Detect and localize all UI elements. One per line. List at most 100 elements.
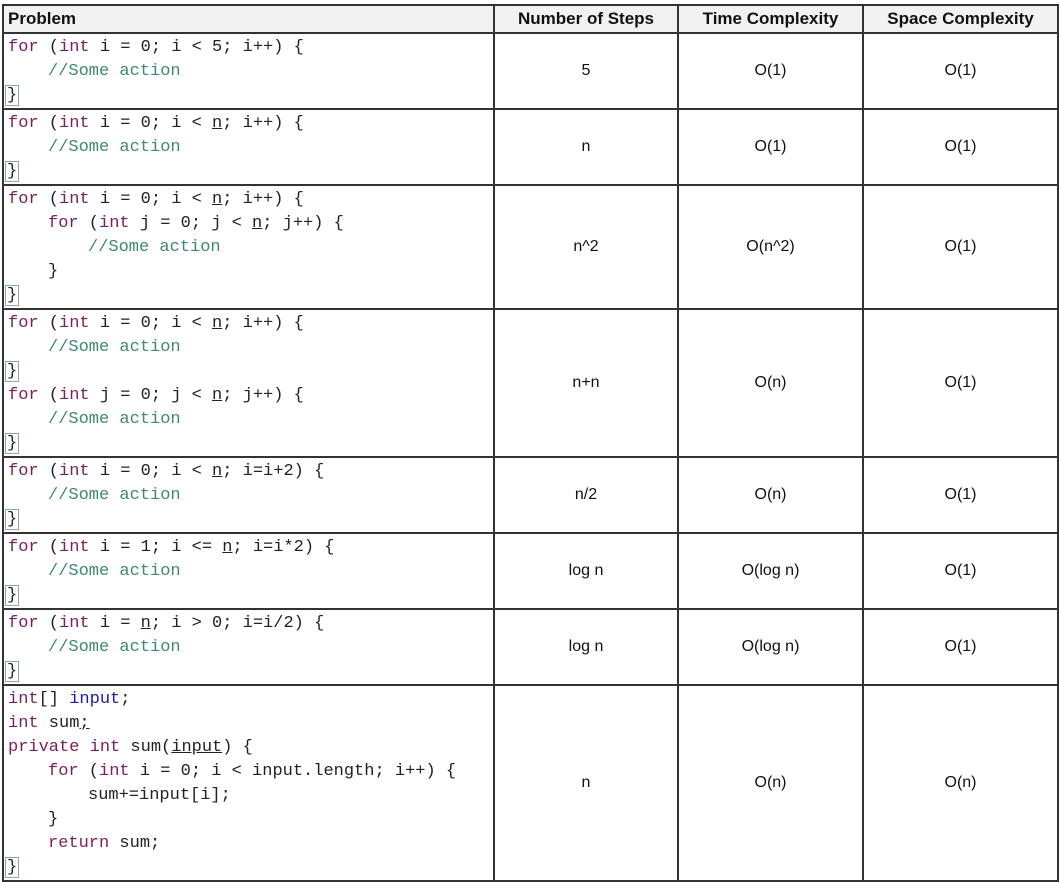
problem-code-cell: for (int i = 0; i < 5; i++) {//Some acti… (2, 32, 495, 110)
code-comment: //Some action (48, 138, 181, 157)
code-text: i = 0; i < (89, 314, 213, 333)
code-text: ( (38, 114, 60, 133)
number-of-steps-cell: n+n (493, 308, 679, 458)
code-keyword: for (8, 114, 39, 133)
code-line: for (int i = n; i > 0; i=i/2) { (8, 612, 493, 636)
code-text: ( (38, 462, 60, 481)
code-comment: //Some action (48, 638, 181, 657)
space-complexity-cell: O(1) (862, 532, 1059, 610)
code-line: for (int i = 0; i < n; i++) { (8, 312, 493, 336)
code-brace: } (5, 857, 20, 878)
code-text: i = 0; i < (89, 114, 213, 133)
code-text: ( (38, 314, 60, 333)
code-line: for (int j = 0; j < n; j++) { (8, 384, 493, 408)
number-of-steps-cell: n (493, 108, 679, 186)
code-text: i = 0; i < (89, 190, 213, 209)
code-text: ( (78, 762, 100, 781)
code-line: for (int i = 0; i < n; i++) { (8, 188, 493, 212)
header-time-complexity: Time Complexity (677, 4, 864, 34)
code-line: } (5, 432, 493, 456)
code-text: [] (38, 690, 70, 709)
code-text: sum; (109, 834, 161, 853)
problem-code-cell: for (int i = 0; i < n; i=i+2) {//Some ac… (2, 456, 495, 534)
problem-code-cell: int[] input; int sum; private int sum(inpu… (2, 684, 495, 882)
code-keyword: for (48, 762, 79, 781)
code-text: ( (38, 190, 60, 209)
code-underlined: ; (79, 714, 90, 733)
code-text: j = 0; j < (89, 386, 213, 405)
code-text: ; j++) { (262, 214, 344, 233)
code-line: } (5, 508, 493, 532)
number-of-steps-cell: log n (493, 608, 679, 686)
code-text: ; j++) { (222, 386, 304, 405)
table-row: for (int i = 0; i < 5; i++) {//Some acti… (2, 32, 1059, 110)
space-complexity-cell: O(n) (862, 684, 1059, 882)
header-number-of-steps: Number of Steps (493, 4, 679, 34)
code-comment: //Some action (48, 486, 181, 505)
code-keyword: for (8, 386, 39, 405)
time-complexity-cell: O(n) (677, 684, 864, 882)
number-of-steps-cell: n^2 (493, 184, 679, 310)
code-line: //Some action (8, 560, 493, 584)
code-line: //Some action (8, 484, 493, 508)
code-line: int[] input; (8, 688, 493, 712)
code-keyword: return (48, 834, 110, 853)
code-brace: } (5, 433, 20, 454)
code-line: //Some action (8, 336, 493, 360)
problem-code-cell: for (int i = 0; i < n; i++) {for (int j … (2, 184, 495, 310)
space-complexity-cell: O(1) (862, 108, 1059, 186)
code-underlined: n (222, 538, 233, 557)
table-row: for (int i = 1; i <= n; i=i*2) {//Some a… (2, 532, 1059, 610)
code-text: ; i=i*2) { (232, 538, 335, 557)
code-keyword: int (99, 762, 130, 781)
code-comment: //Some action (48, 410, 181, 429)
code-keyword: int (59, 38, 90, 57)
code-text: ; i++) { (222, 314, 304, 333)
code-text: } (48, 810, 59, 829)
code-keyword: int (99, 214, 130, 233)
code-keyword: for (8, 38, 39, 57)
code-line: //Some action (8, 60, 493, 84)
code-comment: //Some action (48, 62, 181, 81)
code-underlined: n (212, 314, 223, 333)
code-line: } (5, 584, 493, 608)
code-brace: } (5, 585, 20, 606)
problem-code-cell: for (int i = 0; i < n; i++) { //Some acti… (2, 108, 495, 186)
code-line: for (int i = 1; i <= n; i=i*2) { (8, 536, 493, 560)
code-line: } (5, 160, 493, 184)
code-underlined: n (212, 386, 223, 405)
table-row: int[] input; int sum; private int sum(inpu… (2, 684, 1059, 882)
number-of-steps-cell: log n (493, 532, 679, 610)
code-text: i = 0; i < (89, 462, 213, 481)
code-text: i = (89, 614, 141, 633)
time-complexity-cell: O(log n) (677, 532, 864, 610)
code-text: sum+=input[i]; (88, 786, 231, 805)
code-text: ( (38, 386, 60, 405)
code-line: sum+=input[i]; (8, 784, 493, 808)
header-problem: Problem (2, 4, 495, 34)
code-text: ; i > 0; i=i/2) { (150, 614, 325, 633)
code-underlined: n (212, 190, 223, 209)
code-line: for (int j = 0; j < n; j++) { (8, 212, 493, 236)
code-keyword: int (8, 714, 39, 733)
code-text: ; (120, 690, 131, 709)
time-complexity-cell: O(n^2) (677, 184, 864, 310)
code-line: //Some action (8, 636, 493, 660)
code-text: i = 0; i < input.length; i++) { (129, 762, 457, 781)
space-complexity-cell: O(1) (862, 32, 1059, 110)
code-line: } (5, 360, 493, 384)
space-complexity-cell: O(1) (862, 184, 1059, 310)
code-text: j = 0; j < (129, 214, 253, 233)
code-keyword: for (8, 614, 39, 633)
code-text: sum( (120, 738, 172, 757)
code-line: //Some action (8, 236, 493, 260)
code-line: } (5, 284, 493, 308)
number-of-steps-cell: n/2 (493, 456, 679, 534)
code-text: ( (38, 38, 60, 57)
space-complexity-cell: O(1) (862, 456, 1059, 534)
code-keyword: for (48, 214, 79, 233)
complexity-table-container: Problem Number of Steps Time Complexity … (2, 4, 1059, 882)
header-row: Problem Number of Steps Time Complexity … (2, 4, 1059, 34)
code-line: for (int i = 0; i < n; i++) { (8, 112, 493, 136)
